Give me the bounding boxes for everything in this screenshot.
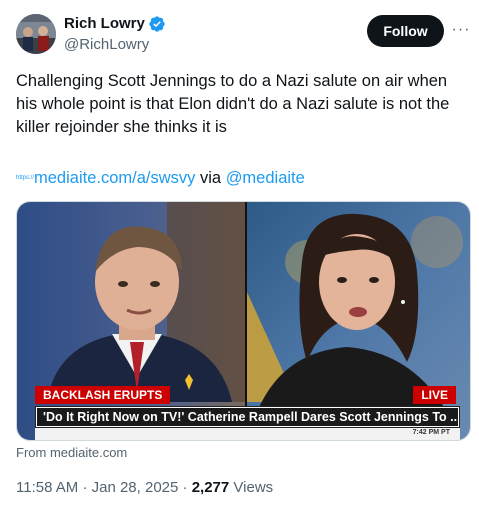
media-card[interactable]: BACKLASH ERUPTS LIVE 'Do It Right Now on…: [16, 201, 471, 441]
avatar[interactable]: [16, 14, 56, 54]
more-options-icon[interactable]: ···: [451, 20, 471, 40]
tweet-link-line: https://mediaite.com/a/swsvy via @mediai…: [16, 167, 305, 190]
verified-badge-icon: [148, 15, 166, 33]
card-source[interactable]: From mediaite.com: [16, 445, 127, 461]
meta-separator: ·: [82, 479, 88, 496]
ticker-time: 7:42 PM PT: [412, 429, 450, 436]
handle[interactable]: @RichLowry: [64, 36, 149, 54]
article-link[interactable]: mediaite.com/a/swsvy: [34, 169, 195, 187]
live-badge: LIVE: [413, 386, 456, 404]
display-name[interactable]: Rich Lowry: [64, 15, 145, 33]
meta-separator: ·: [182, 479, 188, 496]
ticker-bar: [35, 428, 460, 440]
tweet-date[interactable]: Jan 28, 2025: [92, 479, 179, 496]
name-row: Rich Lowry: [64, 15, 166, 33]
link-prefix[interactable]: https://: [16, 175, 34, 181]
mention-link[interactable]: @mediaite: [226, 169, 305, 187]
via-text: via: [200, 169, 222, 187]
tweet-meta: 11:58 AM · Jan 28, 2025 · 2,277 Views: [16, 479, 273, 497]
follow-button[interactable]: Follow: [367, 15, 444, 47]
views-count: 2,277: [191, 479, 230, 496]
card-headline: 'Do It Right Now on TV!' Catherine Rampe…: [37, 408, 458, 426]
headline-bar: 'Do It Right Now on TV!' Catherine Rampe…: [35, 406, 460, 428]
tweet-text: Challenging Scott Jennings to do a Nazi …: [16, 72, 450, 136]
tweet-header: Rich Lowry @RichLowry Follow ···: [16, 12, 469, 56]
views-label: Views: [233, 479, 274, 496]
banner-label: BACKLASH ERUPTS: [35, 386, 171, 404]
tweet-time[interactable]: 11:58 AM: [16, 479, 78, 496]
